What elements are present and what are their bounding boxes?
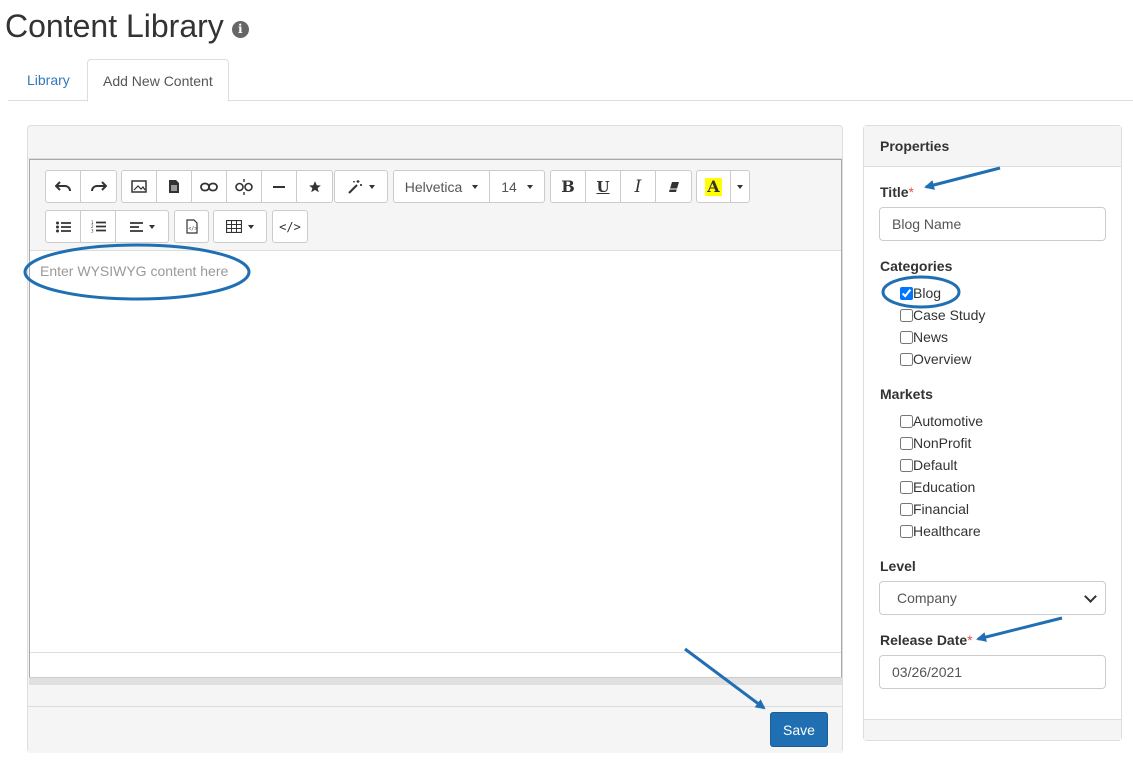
page-title-text: Content Library [5, 8, 224, 44]
link-icon[interactable] [192, 171, 227, 202]
checkbox-default[interactable] [900, 458, 913, 472]
checkbox-blog[interactable] [900, 286, 913, 300]
color-dropdown-button[interactable] [731, 171, 749, 202]
bullet-list-icon[interactable] [46, 211, 81, 242]
template-group: </> [174, 210, 209, 243]
markets-label: Markets [880, 386, 933, 402]
category-overview-checkbox[interactable]: Overview [900, 349, 971, 369]
template-icon[interactable]: </> [175, 211, 208, 242]
font-size-select[interactable]: 14 [490, 171, 544, 202]
market-default-checkbox[interactable]: Default [900, 455, 957, 475]
release-date-required-mark: * [967, 632, 973, 648]
editor-toolbar: Helvetica 14 B U I A 1 2 3 </> </> [30, 160, 841, 251]
level-selected-value: Company [897, 590, 957, 606]
redo-icon[interactable] [81, 171, 116, 202]
checkbox-automotive[interactable] [900, 414, 913, 428]
market-education-checkbox[interactable]: Education [900, 477, 975, 497]
market-nonprofit-checkbox[interactable]: NonProfit [900, 433, 971, 453]
editor-content-area[interactable]: Enter WYSIWYG content here [30, 251, 841, 652]
level-select[interactable]: Company [879, 581, 1106, 615]
market-financial-checkbox[interactable]: Financial [900, 499, 969, 519]
properties-panel-footer [864, 719, 1121, 740]
market-automotive-label: Automotive [913, 413, 984, 429]
title-label: Title* [880, 184, 914, 200]
font-family-value: Helvetica [404, 178, 463, 195]
checkbox-healthcare[interactable] [900, 524, 913, 538]
text-color-icon[interactable]: A [697, 171, 731, 202]
wysiwyg-editor: Helvetica 14 B U I A 1 2 3 </> </> Enter… [29, 159, 842, 685]
checkbox-case-study[interactable] [900, 308, 913, 322]
font-group: Helvetica 14 [393, 170, 545, 203]
numbered-list-icon[interactable]: 123 [81, 211, 116, 242]
release-date-label: Release Date* [880, 632, 973, 648]
star-icon[interactable] [297, 171, 332, 202]
font-size-value: 14 [501, 178, 517, 195]
release-date-input[interactable]: 03/26/2021 [879, 655, 1106, 689]
code-group: </> [272, 210, 308, 243]
table-icon[interactable] [214, 211, 266, 242]
title-input[interactable]: Blog Name [879, 207, 1106, 241]
info-icon[interactable]: i [231, 20, 249, 38]
style-group [334, 170, 388, 203]
category-news-label: News [913, 329, 949, 345]
code-view-icon[interactable]: </> [273, 211, 307, 242]
category-news-checkbox[interactable]: News [900, 327, 948, 347]
checkbox-education[interactable] [900, 480, 913, 494]
properties-heading: Properties [864, 126, 1121, 167]
svg-text:</>: </> [188, 226, 197, 232]
tab-library[interactable]: Library [12, 59, 85, 101]
title-label-text: Title [880, 184, 909, 200]
table-group [213, 210, 267, 243]
align-icon[interactable] [116, 211, 168, 242]
unlink-icon[interactable] [227, 171, 262, 202]
category-blog-label: Blog [913, 285, 942, 301]
checkbox-financial[interactable] [900, 502, 913, 516]
checkbox-nonprofit[interactable] [900, 436, 913, 450]
release-date-label-text: Release Date [880, 632, 968, 648]
page-title: Content Library i [5, 4, 249, 48]
underline-icon[interactable]: U [586, 171, 621, 202]
editor-panel: Helvetica 14 B U I A 1 2 3 </> </> Enter… [27, 125, 843, 753]
category-blog-checkbox[interactable]: Blog [900, 283, 941, 303]
category-case-study-label: Case Study [913, 307, 986, 323]
market-education-label: Education [913, 479, 976, 495]
properties-panel: Properties Title* Blog Name Categories B… [863, 125, 1122, 741]
italic-icon[interactable]: I [621, 171, 656, 202]
category-overview-label: Overview [913, 351, 972, 367]
font-family-select[interactable]: Helvetica [394, 171, 490, 202]
categories-label: Categories [880, 258, 953, 274]
market-financial-label: Financial [913, 501, 970, 517]
bold-icon[interactable]: B [551, 171, 586, 202]
chevron-down-icon [1084, 590, 1097, 603]
save-button[interactable]: Save [770, 712, 828, 747]
tab-add-new-content[interactable]: Add New Content [87, 59, 229, 102]
tab-bar: Library Add New Content [8, 59, 1133, 102]
eraser-icon[interactable] [656, 171, 691, 202]
image-icon[interactable] [122, 171, 157, 202]
history-group [45, 170, 117, 203]
editor-placeholder: Enter WYSIWYG content here [40, 263, 229, 279]
checkbox-overview[interactable] [900, 352, 913, 366]
editor-panel-header [28, 126, 842, 159]
market-default-label: Default [913, 457, 958, 473]
document-icon[interactable] [157, 171, 192, 202]
horizontal-rule-icon[interactable] [262, 171, 297, 202]
color-group: A [696, 170, 750, 203]
checkbox-news[interactable] [900, 330, 913, 344]
format-group: B U I [550, 170, 692, 203]
title-required-mark: * [908, 184, 914, 200]
editor-panel-footer: Save [28, 706, 842, 753]
market-automotive-checkbox[interactable]: Automotive [900, 411, 983, 431]
market-nonprofit-label: NonProfit [913, 435, 972, 451]
level-label: Level [880, 558, 916, 574]
insert-group [121, 170, 333, 203]
category-case-study-checkbox[interactable]: Case Study [900, 305, 985, 325]
market-healthcare-checkbox[interactable]: Healthcare [900, 521, 981, 541]
svg-text:3: 3 [91, 229, 94, 234]
undo-icon[interactable] [46, 171, 81, 202]
editor-resize-handle[interactable] [29, 677, 842, 685]
magic-wand-icon[interactable] [335, 171, 387, 202]
list-group: 123 [45, 210, 169, 243]
market-healthcare-label: Healthcare [913, 523, 981, 539]
